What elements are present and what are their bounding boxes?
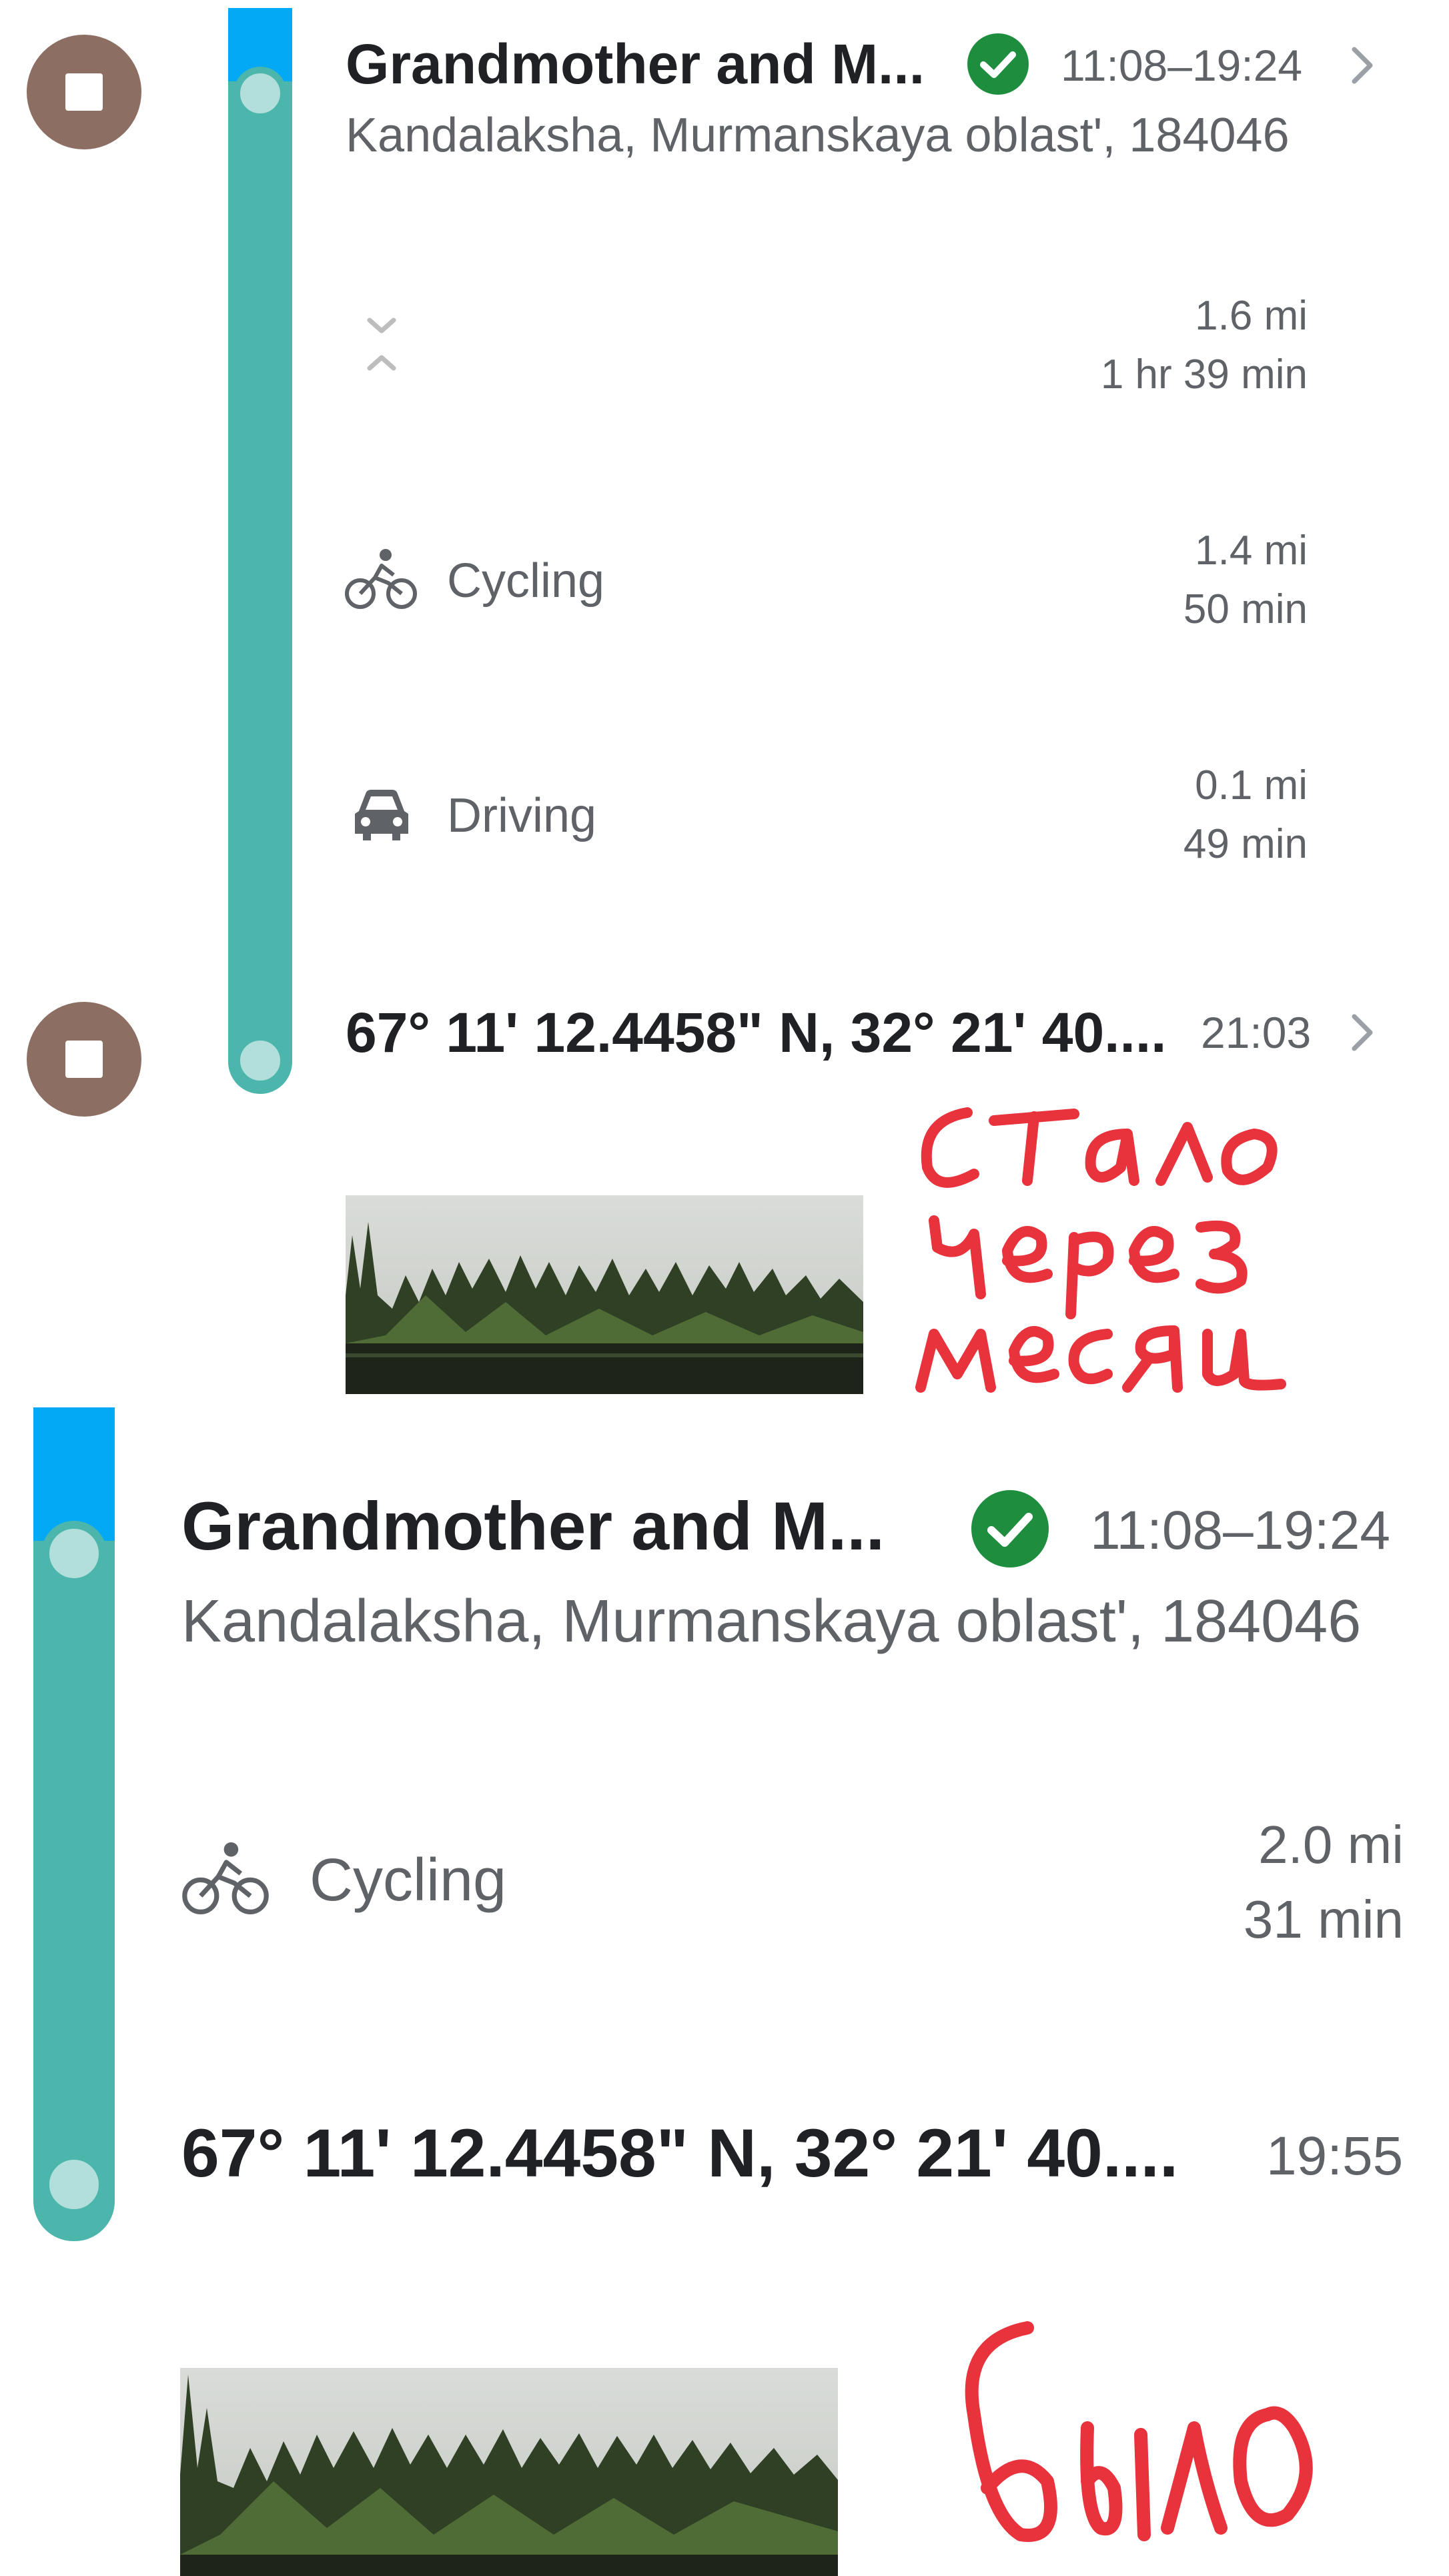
timeline-start-dot	[41, 1521, 107, 1586]
bicycle-icon	[345, 549, 417, 609]
expand-collapse-icon[interactable]	[363, 313, 400, 375]
segment-distance: 1.6 mi	[1195, 293, 1308, 339]
timeline-end-dot	[233, 1034, 287, 1087]
segment-duration: 49 min	[1183, 821, 1308, 867]
segment-activity-label[interactable]: Cycling	[447, 554, 604, 608]
confirmed-check-icon	[967, 33, 1029, 95]
segment-distance: 2.0 mi	[1258, 1815, 1404, 1874]
segment-duration: 1 hr 39 min	[1100, 352, 1308, 398]
handwritten-note-before	[965, 2321, 1313, 2542]
car-icon	[355, 790, 408, 840]
timeline-before: Grandmother and M... 11:08–19:24 Kandala…	[0, 1394, 1449, 2576]
segment-duration: 31 min	[1243, 1890, 1404, 1949]
confirmed-check-icon	[971, 1490, 1049, 1567]
timeline-end-dot	[41, 2152, 107, 2217]
segment-activity-label[interactable]: Driving	[447, 788, 596, 843]
chevron-right-icon[interactable]	[1348, 1011, 1377, 1054]
place-photo[interactable]	[346, 1195, 863, 1394]
timeline-bar	[228, 8, 292, 1094]
visit-time-range: 11:08–19:24	[1061, 41, 1303, 90]
stop-marker-icon[interactable]	[27, 35, 141, 149]
segment-duration: 50 min	[1183, 586, 1308, 632]
destination-time: 19:55	[1266, 2126, 1404, 2186]
destination-time: 21:03	[1201, 1008, 1312, 1057]
chevron-right-icon[interactable]	[1348, 44, 1377, 87]
place-name[interactable]: Grandmother and M...	[346, 32, 925, 97]
segment-distance: 1.4 mi	[1195, 528, 1308, 574]
place-photo[interactable]	[180, 2368, 838, 2576]
destination-coordinates[interactable]: 67° 11' 12.4458" N, 32° 21' 40....	[346, 1001, 1167, 1065]
segment-activity-label[interactable]: Cycling	[310, 1846, 506, 1915]
segment-distance: 0.1 mi	[1195, 762, 1308, 808]
timeline-after: Grandmother and M... 11:08–19:24 Kandala…	[0, 0, 1449, 1394]
visit-time-range: 11:08–19:24	[1090, 1500, 1390, 1561]
timeline-start-dot	[233, 67, 287, 120]
place-name[interactable]: Grandmother and M...	[181, 1487, 885, 1565]
destination-coordinates[interactable]: 67° 11' 12.4458" N, 32° 21' 40....	[181, 2114, 1178, 2192]
place-address: Kandalaksha, Murmanskaya oblast', 184046	[346, 109, 1290, 162]
stop-marker-icon[interactable]	[27, 1002, 141, 1117]
bicycle-icon	[182, 1842, 269, 1914]
place-address: Kandalaksha, Murmanskaya oblast', 184046	[181, 1588, 1362, 1655]
handwritten-note-after	[915, 1107, 1286, 1393]
